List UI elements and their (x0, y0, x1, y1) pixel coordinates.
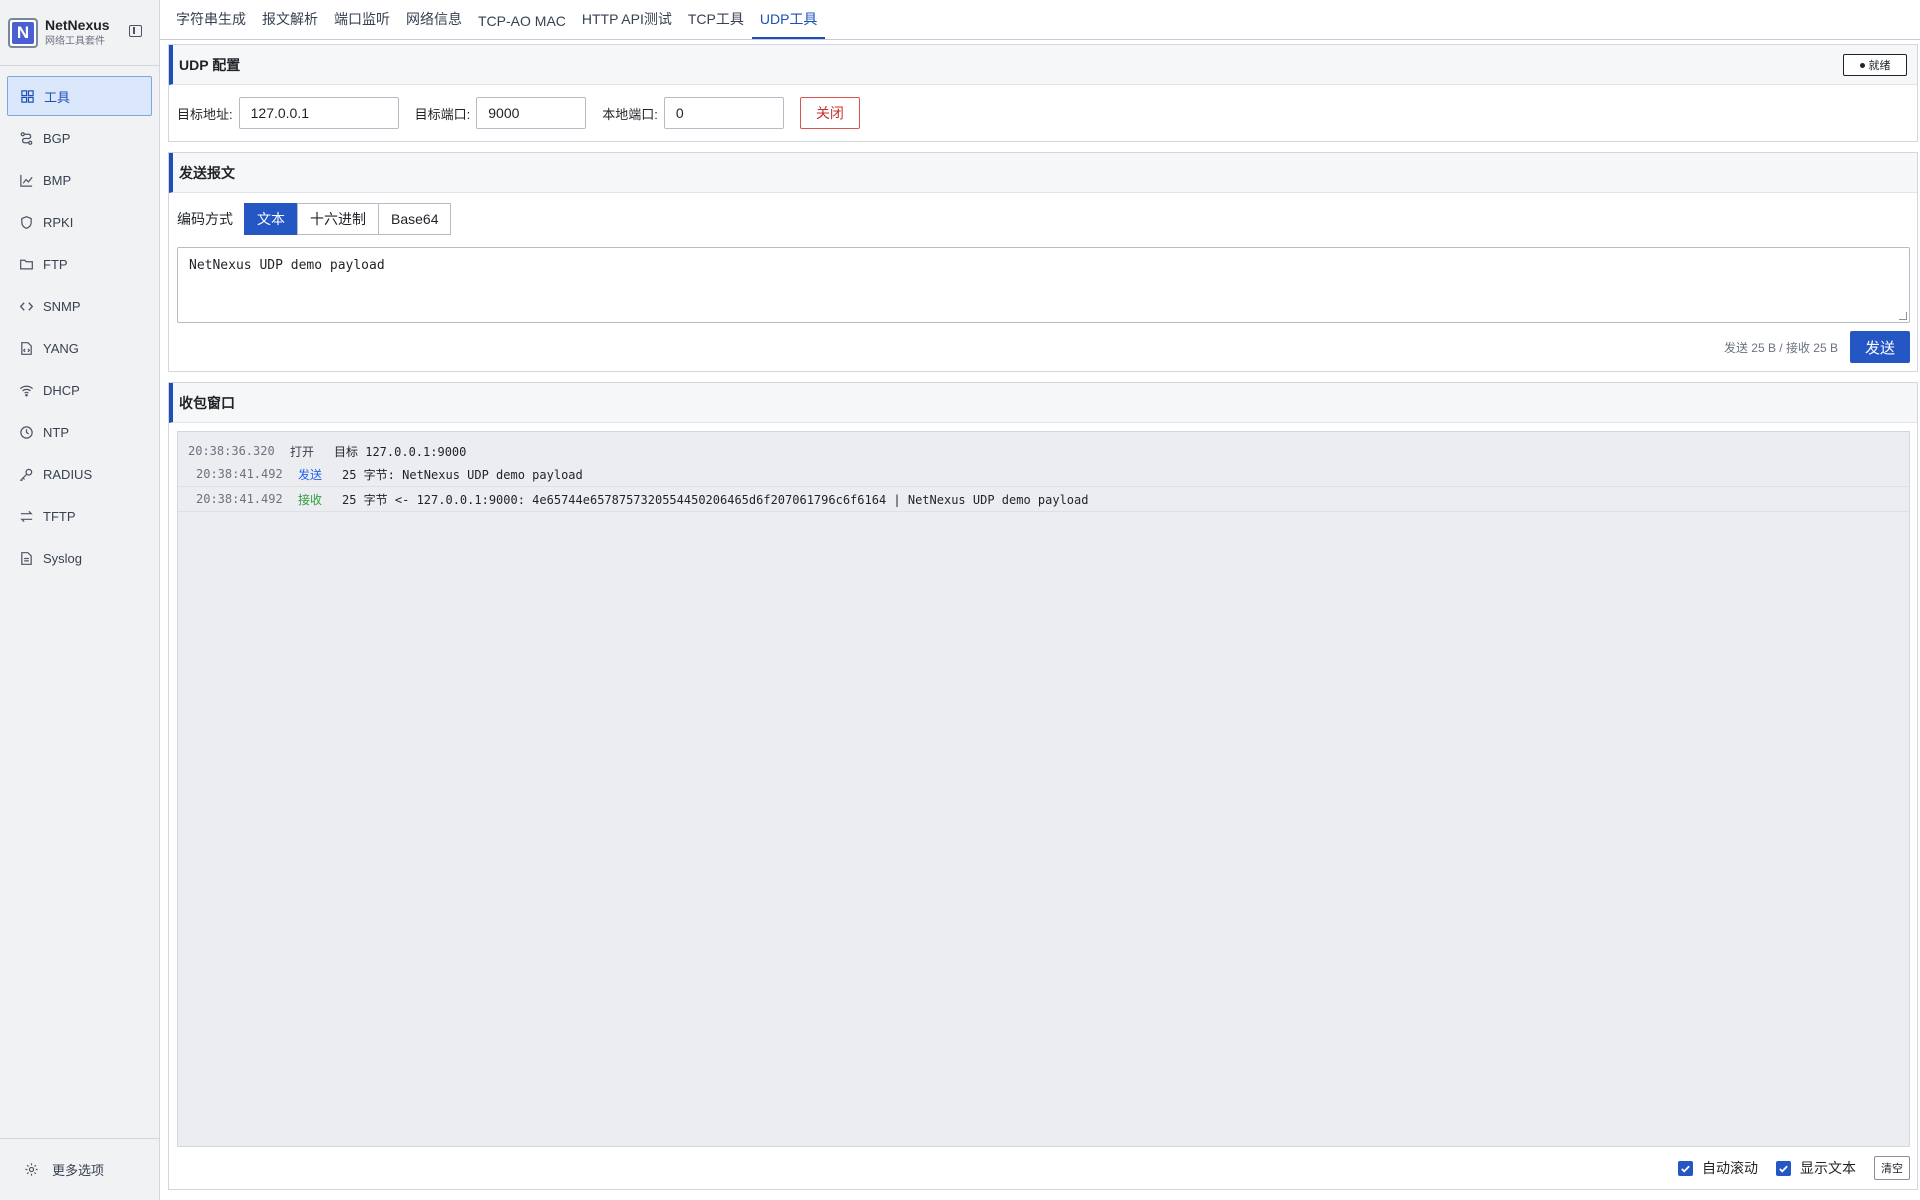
log-row: 20:38:36.320 打开 目标 127.0.0.1:9000 (178, 440, 1909, 462)
sidebar-item-label: DHCP (43, 382, 80, 398)
sidebar-item-label: NTP (43, 424, 69, 440)
shield-icon (18, 214, 34, 230)
document-icon (18, 550, 34, 566)
encoding-option-2[interactable]: Base64 (378, 203, 452, 235)
payload-textarea[interactable]: NetNexus UDP demo payload (177, 247, 1910, 323)
tab-7[interactable]: UDP工具 (751, 9, 826, 39)
sidebar-item-label: SNMP (43, 298, 81, 314)
clear-log-button[interactable]: 清空 (1874, 1156, 1910, 1180)
receive-title: 收包窗口 (169, 383, 1917, 423)
sidebar-item-label: 工具 (44, 89, 71, 105)
more-options-button[interactable]: 更多选项 (0, 1138, 159, 1200)
route-icon (18, 130, 34, 146)
checkbox-checked-icon (1678, 1160, 1693, 1176)
encoding-option-1[interactable]: 十六进制 (297, 203, 379, 235)
sidebar: N NetNexus 网络工具套件 工具 BGP BMP RPKI FTP SNMP YAN… (0, 0, 160, 1200)
key-icon (18, 466, 34, 482)
show-text-checkbox[interactable]: 显示文本 (1776, 1158, 1856, 1178)
sidebar-item-label: TFTP (43, 508, 76, 524)
send-title: 发送报文 (169, 153, 1917, 193)
main-area: 字符串生成 报文解析 端口监听 网络信息 TCP-AO MAC HTTP API测试 TCP… (160, 0, 1920, 1200)
sidebar-item-ftp[interactable]: FTP (7, 244, 152, 284)
sidebar-item-syslog[interactable]: Syslog (7, 538, 152, 578)
log-kind: 发送 (298, 467, 323, 482)
receive-card: 收包窗口 20:38:36.320 打开 目标 127.0.0.1:9000 20:3… (168, 382, 1918, 1190)
sidebar-item-label: RPKI (43, 214, 74, 230)
chart-icon (18, 172, 34, 188)
log-kind: 接收 (298, 492, 323, 507)
target-port-label: 目标端口: (414, 106, 471, 122)
log-message: 25 字节 <- 127.0.0.1:9000: 4e65744e6578757… (342, 492, 1089, 507)
send-button[interactable]: 发送 (1850, 331, 1910, 363)
app-name: NetNexus (45, 16, 110, 33)
encoding-selector: 文本 十六进制 Base64 (244, 203, 452, 235)
log-row: 20:38:41.492 发送 25 字节: NetNexus UDP demo p… (178, 462, 1909, 487)
sidebar-item-radius[interactable]: RADIUS (7, 454, 152, 494)
udp-config-card: UDP 配置 就绪 目标地址: 127.0.0.1 目标端口: 9000 本地端… (168, 44, 1918, 142)
app-logo: N (8, 17, 38, 48)
encoding-option-0[interactable]: 文本 (244, 203, 298, 235)
tab-5[interactable]: HTTP API测试 (574, 9, 680, 39)
tab-1[interactable]: 报文解析 (254, 9, 326, 39)
sidebar-item-label: BGP (43, 130, 71, 146)
log-row: 20:38:41.492 接收 25 字节 <- 127.0.0.1:9000: 4… (178, 487, 1909, 512)
code-icon (18, 298, 34, 314)
packet-log[interactable]: 20:38:36.320 打开 目标 127.0.0.1:9000 20:38:41.… (177, 431, 1910, 1147)
log-timestamp: 20:38:41.492 (196, 492, 283, 506)
udp-config-title: UDP 配置 就绪 (169, 45, 1917, 85)
log-message: 25 字节: NetNexus UDP demo payload (342, 467, 583, 482)
sidebar-item-label: BMP (43, 172, 72, 188)
more-options-label: 更多选项 (52, 1163, 105, 1178)
tab-3[interactable]: 网络信息 (398, 9, 470, 39)
auto-scroll-checkbox[interactable]: 自动滚动 (1678, 1158, 1758, 1178)
target-address-label: 目标地址: (177, 106, 233, 122)
sidebar-item-label: Syslog (43, 550, 83, 566)
sidebar-item-ntp[interactable]: NTP (7, 412, 152, 452)
file-code-icon (18, 340, 34, 356)
tab-4[interactable]: TCP-AO MAC (470, 13, 574, 39)
encoding-label: 编码方式 (177, 211, 233, 227)
local-port-input[interactable]: 0 (663, 97, 784, 129)
folder-icon (18, 256, 34, 272)
traffic-stats: 发送 25 B / 接收 25 B (1723, 340, 1838, 355)
tool-tabs: 字符串生成 报文解析 端口监听 网络信息 TCP-AO MAC HTTP API测试 TCP… (160, 0, 1920, 40)
tab-0[interactable]: 字符串生成 (168, 9, 254, 39)
sidebar-item-yang[interactable]: YANG (7, 328, 152, 368)
sidebar-item-bmp[interactable]: BMP (7, 160, 152, 200)
grid-icon (19, 88, 35, 104)
transfer-icon (18, 508, 34, 524)
gear-icon (23, 1162, 39, 1178)
sidebar-item-snmp[interactable]: SNMP (7, 286, 152, 326)
status-badge: 就绪 (1843, 54, 1907, 76)
tab-2[interactable]: 端口监听 (326, 9, 398, 39)
close-socket-button[interactable]: 关闭 (799, 97, 860, 129)
log-message: 目标 127.0.0.1:9000 (334, 444, 467, 459)
wifi-icon (18, 382, 34, 398)
sidebar-item-dhcp[interactable]: DHCP (7, 370, 152, 410)
sidebar-item-label: RADIUS (43, 466, 93, 482)
sidebar-item-bgp[interactable]: BGP (7, 118, 152, 158)
log-timestamp: 20:38:41.492 (196, 467, 283, 481)
sidebar-item-rpki[interactable]: RPKI (7, 202, 152, 242)
sidebar-item-label: YANG (43, 340, 79, 356)
target-address-input[interactable]: 127.0.0.1 (238, 97, 399, 129)
app-subtitle: 网络工具套件 (45, 35, 105, 47)
checkbox-checked-icon (1776, 1160, 1791, 1176)
sidebar-item-tftp[interactable]: TFTP (7, 496, 152, 536)
sidebar-nav: 工具 BGP BMP RPKI FTP SNMP YANG DHCP NTP RADIUS TFTP… (0, 66, 159, 1138)
sidebar-collapse-icon[interactable] (129, 25, 142, 37)
send-card: 发送报文 编码方式 文本 十六进制 Base64 NetNexus UDP demo… (168, 152, 1918, 372)
sidebar-item-label: FTP (43, 256, 68, 272)
log-timestamp: 20:38:36.320 (188, 444, 275, 458)
sidebar-item-工具[interactable]: 工具 (7, 76, 152, 116)
log-kind: 打开 (290, 444, 315, 459)
local-port-label: 本地端口: (602, 106, 658, 122)
resize-handle[interactable] (1899, 312, 1907, 320)
tab-6[interactable]: TCP工具 (680, 9, 752, 39)
target-port-input[interactable]: 9000 (476, 97, 587, 129)
clock-icon (18, 424, 34, 440)
brand: N NetNexus 网络工具套件 (0, 0, 159, 66)
